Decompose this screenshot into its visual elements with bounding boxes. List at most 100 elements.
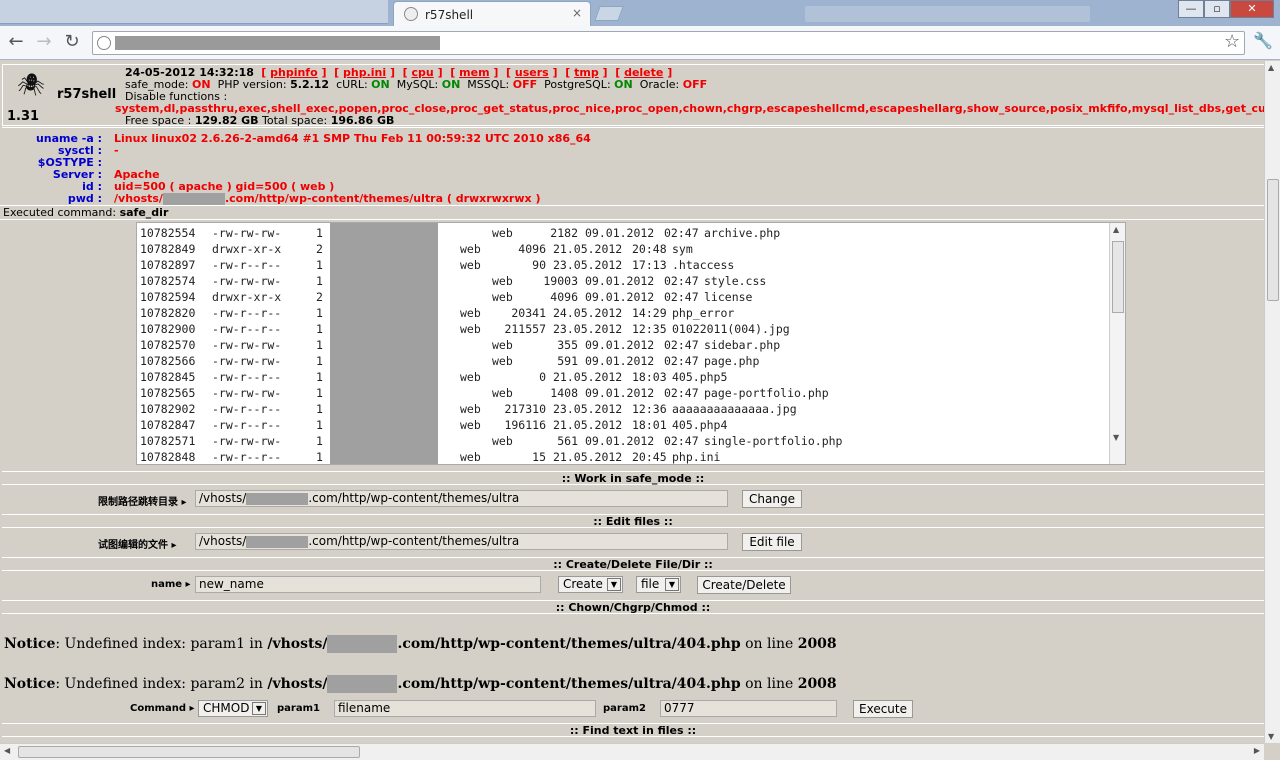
new-name-input[interactable]: new_name xyxy=(195,576,541,593)
listing-row: 10782902 -rw-r--r-- 1 web 217310 23.05.2012 12… xyxy=(140,401,1100,417)
page-content: 🕷 r57shell 1.31 24-05-2012 14:32:18 [ ph… xyxy=(0,61,1264,743)
listing-time: 12:35 xyxy=(632,322,667,336)
edit-file-button[interactable]: Edit file xyxy=(742,533,802,551)
change-button[interactable]: Change xyxy=(742,490,802,508)
active-tab[interactable]: r57shell × xyxy=(393,1,591,26)
listing-group: web xyxy=(460,402,481,416)
listing-date: 23.05.2012 xyxy=(553,322,623,336)
listing-row: 10782845 -rw-r--r-- 1 web 0 21.05.2012 18:03 40… xyxy=(140,369,1100,385)
scroll-right-icon[interactable]: ▶ xyxy=(1254,746,1260,755)
listing-time: 20:45 xyxy=(632,450,667,464)
total-space-value: 196.86 GB xyxy=(330,114,395,127)
listing-time: 02:47 xyxy=(664,274,699,288)
listing-inode: 10782845 xyxy=(140,370,196,384)
notice-prefix: Notice xyxy=(4,676,56,692)
param2-input[interactable]: 0777 xyxy=(660,700,837,717)
listing-size: 1408 xyxy=(550,386,578,400)
create-action-select[interactable]: Create ▼ xyxy=(558,576,623,593)
listing-inode: 10782900 xyxy=(140,322,196,336)
listing-perm: -rw-rw-rw- xyxy=(212,274,282,288)
listing-size: 2182 xyxy=(550,226,578,240)
listing-perm: -rw-rw-rw- xyxy=(212,226,282,240)
listing-perm: -rw-r--r-- xyxy=(212,258,282,272)
back-icon[interactable]: ← xyxy=(6,33,26,51)
command-output[interactable]: 10782554 -rw-rw-rw- 1 web 2182 09.01.2012 02:4… xyxy=(136,222,1126,465)
execute-button[interactable]: Execute xyxy=(853,700,913,718)
wrench-menu-icon[interactable]: 🔧 xyxy=(1253,31,1273,50)
mysql-label: MySQL: xyxy=(396,78,439,91)
pwd-value: /vhosts/ .com/http/wp-content/themes/ultr… xyxy=(114,192,540,205)
redacted-domain xyxy=(246,535,309,548)
scroll-down-icon[interactable]: ▼ xyxy=(1113,433,1119,442)
chevron-down-icon: ▼ xyxy=(607,578,621,591)
listing-size: 20341 xyxy=(511,306,546,320)
globe-icon xyxy=(404,7,418,21)
listing-date: 09.01.2012 xyxy=(585,274,655,288)
new-tab-button[interactable] xyxy=(594,6,624,21)
scroll-up-icon[interactable]: ▲ xyxy=(1268,63,1274,72)
output-scrollbar[interactable]: ▲ ▼ xyxy=(1109,223,1125,464)
listing-date: 21.05.2012 xyxy=(553,418,623,432)
listing-inode: 10782574 xyxy=(140,274,196,288)
output-scroll-thumb[interactable] xyxy=(1112,241,1124,313)
listing-time: 02:47 xyxy=(664,290,699,304)
window-controls: — ▫ ✕ xyxy=(1178,0,1274,18)
pwd-prefix: /vhosts/ xyxy=(114,192,163,205)
listing-row: 10782897 -rw-r--r-- 1 web 90 23.05.2012 17:13.… xyxy=(140,257,1100,273)
listing-filename: aaaaaaaaaaaaaa.jpg xyxy=(672,402,797,416)
scroll-left-icon[interactable]: ◀ xyxy=(4,746,10,755)
forward-icon[interactable]: → xyxy=(34,33,54,51)
scroll-down-icon[interactable]: ▼ xyxy=(1268,732,1274,741)
param1-input[interactable]: filename xyxy=(334,700,596,717)
listing-size: 4096 xyxy=(550,290,578,304)
listing-inode: 10782849 xyxy=(140,242,196,256)
param1-label: param1 xyxy=(277,703,320,714)
pwd-label: pwd : xyxy=(67,192,102,205)
listing-time: 02:47 xyxy=(664,434,699,448)
minimize-button[interactable]: — xyxy=(1178,0,1204,18)
safe-mode-row: 限制路径跳转目录 ▸ /vhosts/ .com/http/wp-content/… xyxy=(2,487,1264,511)
listing-row: 10782820 -rw-r--r-- 1 web 20341 24.05.2012 14:… xyxy=(140,305,1100,321)
listing-group: web xyxy=(492,434,513,448)
free-space-value: 129.82 GB xyxy=(194,114,259,127)
edit-file-suffix: .com/http/wp-content/themes/ultra xyxy=(308,534,520,548)
listing-inode: 10782847 xyxy=(140,418,196,432)
create-delete-button[interactable]: Create/Delete xyxy=(697,576,791,594)
notice-line: 2008 xyxy=(797,676,837,692)
listing-size: 355 xyxy=(557,338,578,352)
page-vertical-scrollbar[interactable]: ▲ ▼ xyxy=(1264,61,1280,743)
listing-perm: -rw-rw-rw- xyxy=(212,434,282,448)
listing-perm: drwxr-xr-x xyxy=(212,242,282,256)
mssql-label: MSSQL: xyxy=(467,78,510,91)
scroll-up-icon[interactable]: ▲ xyxy=(1113,225,1119,234)
listing-time: 02:47 xyxy=(664,226,699,240)
edit-file-input[interactable]: /vhosts/ .com/http/wp-content/themes/ultr… xyxy=(195,533,728,550)
listing-row: 10782849 drwxr-xr-x 2 web 4096 21.05.2012 20:4… xyxy=(140,241,1100,257)
bookmark-star-icon[interactable]: ☆ xyxy=(1224,31,1240,52)
listing-links: 2 xyxy=(316,290,323,304)
file-type-select[interactable]: file ▼ xyxy=(636,576,681,593)
executed-label: Executed command: xyxy=(3,206,117,219)
listing-perm: -rw-r--r-- xyxy=(212,418,282,432)
listing-group: web xyxy=(492,226,513,240)
safe-dir-input[interactable]: /vhosts/ .com/http/wp-content/themes/ultr… xyxy=(195,490,728,507)
page-horizontal-scrollbar[interactable]: ◀ ▶ xyxy=(0,743,1264,760)
listing-filename: php_error xyxy=(672,306,735,320)
listing-date: 21.05.2012 xyxy=(553,450,623,464)
create-delete-row: name ▸ new_name Create ▼ file ▼ Create/D… xyxy=(2,573,1264,597)
notice-path-prefix: /vhosts/ xyxy=(267,676,328,692)
listing-time: 14:29 xyxy=(632,306,667,320)
close-window-button[interactable]: ✕ xyxy=(1230,0,1274,18)
listing-links: 2 xyxy=(316,242,323,256)
inactive-tab[interactable] xyxy=(0,0,388,24)
listing-date: 09.01.2012 xyxy=(585,338,655,352)
horizontal-scroll-thumb[interactable] xyxy=(18,746,360,758)
close-tab-icon[interactable]: × xyxy=(572,6,582,20)
command-select[interactable]: CHMOD ▼ xyxy=(198,700,268,717)
pg-value: ON xyxy=(614,78,633,91)
reload-icon[interactable]: ↻ xyxy=(62,33,82,51)
curl-value: ON xyxy=(371,78,390,91)
page-scroll-thumb[interactable] xyxy=(1267,179,1279,301)
maximize-button[interactable]: ▫ xyxy=(1204,0,1230,18)
address-bar[interactable] xyxy=(92,31,1245,55)
